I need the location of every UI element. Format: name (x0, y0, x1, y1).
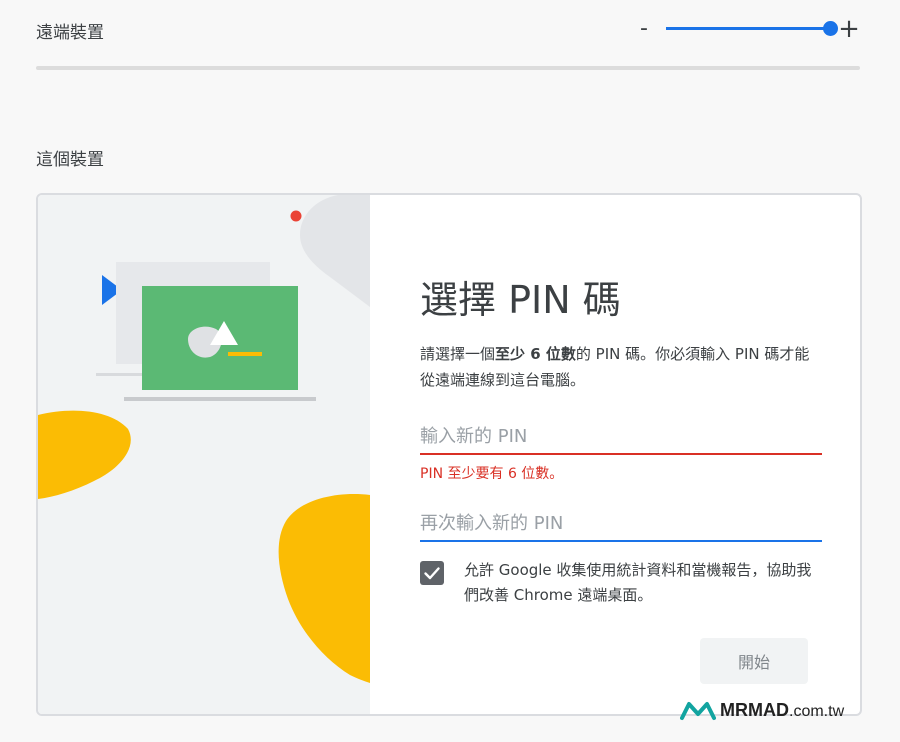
consent-checkbox[interactable] (420, 561, 444, 585)
confirm-pin-field (420, 508, 822, 542)
computer-illustration (38, 195, 370, 714)
description-bold: 至少 6 位數 (495, 345, 576, 363)
confirm-pin-input[interactable] (420, 508, 822, 538)
consent-text: 允許 Google 收集使用統計資料和當機報告，協助我們改善 Chrome 遠端… (464, 561, 812, 604)
pin-setup-card: 選擇 PIN 碼 請選擇一個至少 6 位數的 PIN 碼。你必須輸入 PIN 碼… (36, 193, 862, 716)
zoom-plus-icon[interactable]: + (838, 14, 860, 44)
zoom-slider-track[interactable] (666, 21, 838, 36)
mrmad-logo-icon (680, 702, 716, 720)
new-pin-field (420, 421, 822, 455)
zoom-slider-thumb[interactable] (823, 21, 838, 36)
pin-error-message: PIN 至少要有 6 位數。 (420, 466, 564, 482)
start-button[interactable]: 開始 (700, 638, 808, 684)
new-pin-input[interactable] (420, 421, 822, 451)
section-divider (36, 66, 860, 70)
description-part1: 請選擇一個 (420, 345, 496, 363)
watermark-brand: MRMAD (720, 700, 789, 720)
watermark-suffix: .com.tw (789, 703, 845, 720)
pin-description: 請選擇一個至少 6 位數的 PIN 碼。你必須輸入 PIN 碼才能從遠端連線到這… (420, 341, 810, 393)
dialog-title: 選擇 PIN 碼 (420, 278, 621, 322)
watermark: MRMAD.com.tw (680, 698, 880, 724)
this-device-title: 這個裝置 (36, 150, 104, 170)
zoom-minus-icon[interactable]: - (640, 14, 658, 44)
zoom-control: - + (640, 14, 860, 44)
watermark-text: MRMAD.com.tw (720, 700, 844, 721)
zoom-slider-fill (666, 27, 830, 30)
check-icon (424, 567, 440, 580)
pin-form: 選擇 PIN 碼 請選擇一個至少 6 位數的 PIN 碼。你必須輸入 PIN 碼… (420, 195, 840, 714)
remote-devices-title: 遠端裝置 (36, 23, 104, 43)
